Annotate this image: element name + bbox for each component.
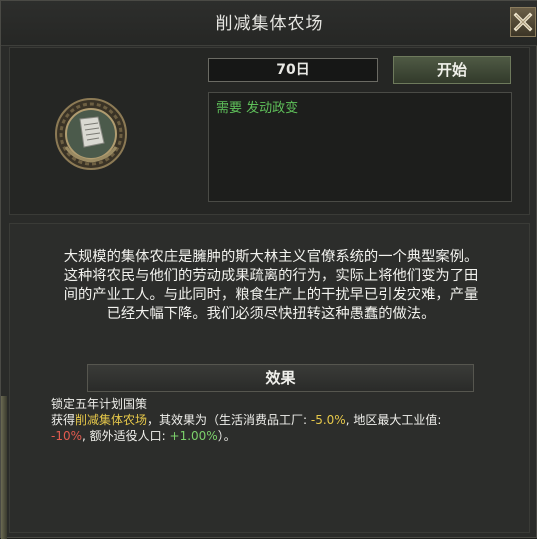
effect-prefix: 获得 xyxy=(51,413,76,427)
left-frame-decoration xyxy=(1,396,7,539)
description-line: 大规模的集体农庄是臃肿的斯大林主义官僚系统的一个典型案例。 xyxy=(63,249,479,265)
requirements-box: 需要 发动政变 xyxy=(208,92,512,202)
effect-mid-2: , 额外适役人口: xyxy=(82,429,170,443)
description-line: 间的产业工人。与此同时，粮食生产上的干扰早已引发灾难，产量 xyxy=(63,287,479,303)
effect-end: ）。 xyxy=(217,429,236,443)
window-title: 削减集体农场 xyxy=(215,14,324,34)
effect-mid: ，其效果为（生活消费品工厂: xyxy=(147,413,311,427)
start-button[interactable]: 开始 xyxy=(393,56,511,84)
effect-line-gain: 获得削减集体农场，其效果为（生活消费品工厂: -5.0%, 地区最大工业值: xyxy=(51,412,511,428)
requirement-text: 需要 发动政变 xyxy=(216,101,299,116)
recruitable-pop-value: +1.00% xyxy=(169,429,218,443)
duration-field: 70日 xyxy=(208,58,378,82)
title-bar: 削减集体农场 xyxy=(1,1,537,46)
effects-body: 锁定五年计划国策 获得削减集体农场，其效果为（生活消费品工厂: -5.0%, 地… xyxy=(51,396,511,444)
close-button[interactable] xyxy=(510,7,536,37)
effect-line-values: -10%, 额外适役人口: +1.00%）。 xyxy=(51,428,511,444)
consumer-goods-value: -5.0% xyxy=(310,413,346,427)
close-icon xyxy=(513,12,533,32)
document-medal-icon xyxy=(55,98,127,170)
decision-window: 削减集体农场 70日 开始 需要 发动政变 大规模的集体农庄是臃肿的斯大林主义官… xyxy=(0,0,537,539)
description-line: 已经大幅下降。我们必须尽快扭转这种愚蠢的做法。 xyxy=(106,306,436,322)
modifier-name[interactable]: 削减集体农场 xyxy=(75,413,147,427)
effect-line-lock: 锁定五年计划国策 xyxy=(51,397,148,411)
effect-suffix: , 地区最大工业值: xyxy=(345,413,442,427)
description-line: 这种将农民与他们的劳动成果疏离的行为，实际上将他们变为了田 xyxy=(63,268,479,284)
industry-cap-value: -10% xyxy=(51,429,83,443)
description-text: 大规模的集体农庄是臃肿的斯大林主义官僚系统的一个典型案例。 这种将农民与他们的劳… xyxy=(45,248,497,324)
effects-header: 效果 xyxy=(87,364,474,392)
